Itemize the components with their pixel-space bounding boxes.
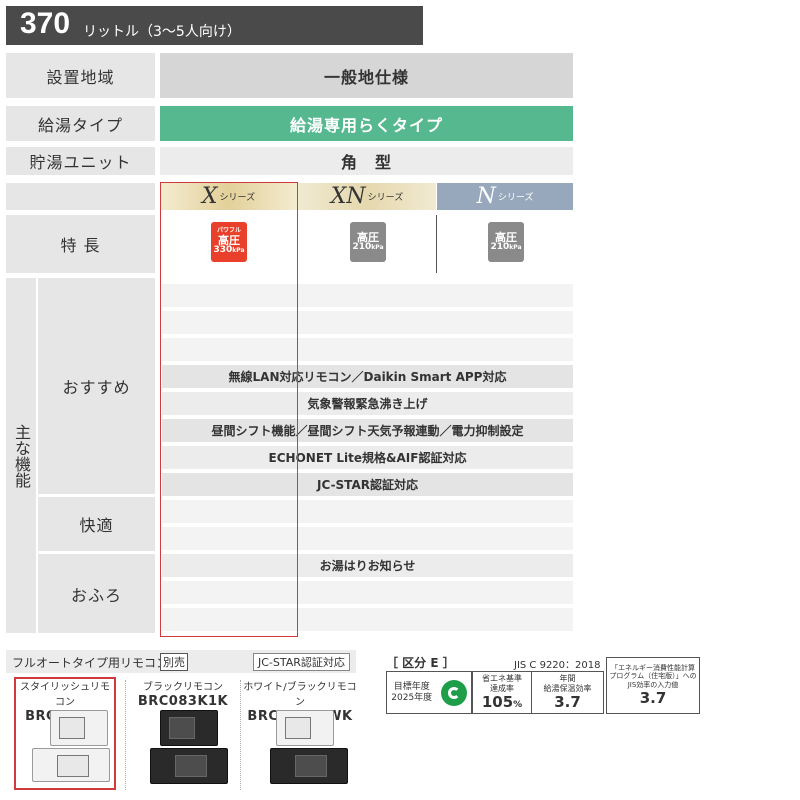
features-label: 特 長 [6, 215, 155, 273]
remote-device-image [160, 710, 218, 746]
remote-cert: JC-STAR認証対応 [253, 653, 350, 671]
remote-name: スタイリッシュリモコン [20, 682, 110, 708]
badge-num: 210 [352, 242, 372, 253]
x-series-highlight [160, 182, 298, 637]
remote-device-image [270, 748, 348, 784]
remote-device-image [50, 710, 108, 746]
unit-value: 角 型 [160, 147, 573, 175]
series-xn-name: XN [330, 184, 366, 209]
series-xn-suffix: シリーズ [367, 193, 404, 203]
type-value: 給湯専用らくタイプ [160, 106, 573, 141]
program-value: 3.7 [639, 689, 667, 708]
pressure-210-badge: 高圧 210kPa [488, 222, 524, 262]
main-functions-label: 主な機能 [6, 278, 36, 633]
badge-num: 210 [490, 242, 510, 253]
install-area-value: 一般地仕様 [160, 53, 573, 98]
series-n-suffix: シリーズ [497, 193, 534, 203]
install-area-label: 設置地域 [6, 53, 155, 98]
remote-item: ブラックリモコン BRC083K1K [128, 678, 238, 709]
unit-label: 貯湯ユニット [6, 147, 155, 175]
target-year-label: 目標年度 2025年度 [391, 681, 433, 703]
badge-unit: kPa [509, 244, 522, 252]
series-xn: XN シリーズ [298, 183, 436, 210]
remote-name: ホワイト/ブラックリモコン [243, 682, 357, 708]
series-label-blank [6, 183, 155, 210]
efficiency-category: ［ 区分 E ］ [386, 656, 455, 670]
pressure-210-badge: 高圧 210kPa [350, 222, 386, 262]
program-label: 「エネルギー消費性能計算 プログラム（住宅版）」への JIS効率の入力値 [609, 663, 697, 689]
capacity-header: 370 リットル（3〜5人向け） [6, 6, 423, 45]
capacity-value: 370 [20, 7, 71, 40]
series-n: N シリーズ [437, 183, 573, 210]
remote-tag: 別売 [160, 653, 188, 671]
recommend-label: おすすめ [38, 278, 155, 494]
badge-unit: kPa [371, 244, 384, 252]
bath-label: おふろ [38, 554, 155, 633]
series-n-name: N [476, 184, 496, 209]
rate-value: 105 [481, 692, 514, 711]
divider [240, 680, 241, 790]
remote-device-image [32, 748, 110, 782]
annual-label: 年間 給湯保温効率 [543, 674, 592, 693]
remote-name: ブラックリモコン [143, 682, 223, 693]
remote-title: フルオートタイプ用リモコン [12, 656, 169, 670]
column-divider [436, 215, 437, 273]
annual-value: 3.7 [554, 692, 581, 711]
comfort-label: 快適 [38, 497, 155, 551]
program-cell: 「エネルギー消費性能計算 プログラム（住宅版）」への JIS効率の入力値 3.7 [606, 657, 700, 714]
annual-cell: 年間 給湯保温効率 3.7 [531, 671, 604, 714]
rate-label: 省エネ基準 達成率 [482, 674, 522, 693]
energy-saving-logo-icon [440, 679, 467, 706]
rate-cell: 省エネ基準 達成率 105% [472, 671, 532, 714]
remote-code: BRC083K1K [137, 694, 229, 709]
remote-device-image [276, 710, 334, 746]
main-functions-text: 主な機能 [12, 423, 31, 488]
efficiency-standard: JIS C 9220：2018 [514, 660, 601, 671]
type-label: 給湯タイプ [6, 106, 155, 141]
divider [125, 680, 126, 790]
target-year-cell: 目標年度 2025年度 [386, 671, 472, 714]
remote-device-image [150, 748, 228, 784]
rate-unit: % [513, 699, 523, 710]
capacity-subtitle: リットル（3〜5人向け） [83, 24, 241, 40]
